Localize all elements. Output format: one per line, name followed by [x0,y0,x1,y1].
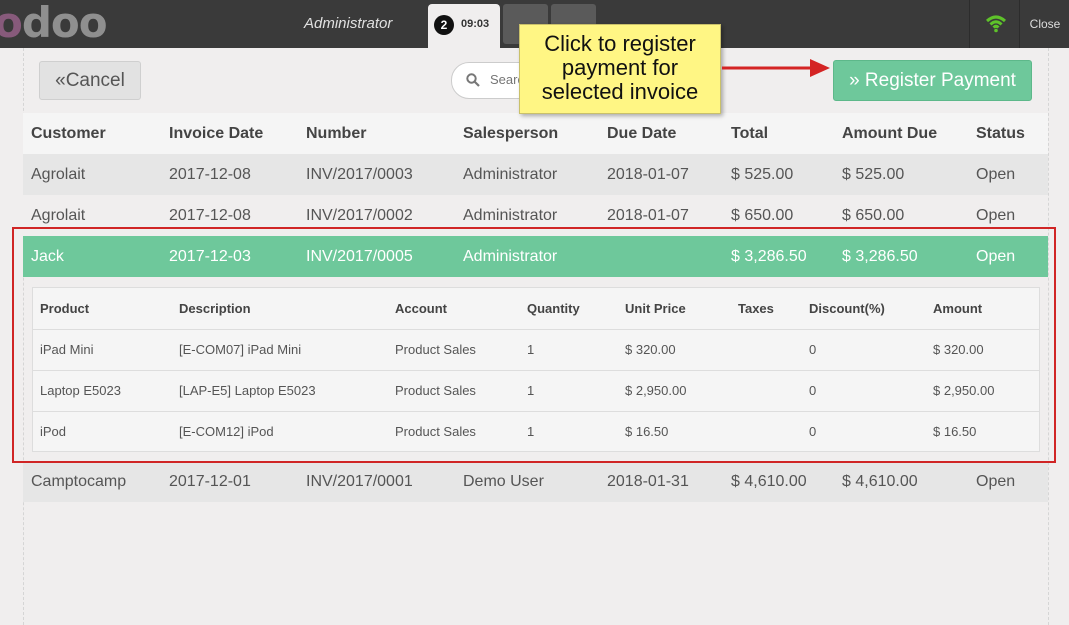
column-header: Salesperson [463,125,559,142]
callout-line: selected invoice [541,79,699,104]
cell-number: INV/2017/0003 [306,166,413,183]
callout-line: Click to register [544,31,696,56]
cell-due-date: 2018-01-31 [607,473,689,490]
cell-status: Open [976,166,1016,183]
cell-number: INV/2017/0001 [306,473,413,490]
order-number-badge: 2 [434,15,454,35]
table-header: Customer Invoice Date Number Salesperson… [23,113,1048,155]
cancel-label: Cancel [65,70,125,91]
close-button[interactable]: Close [1019,0,1069,48]
column-header: Status [976,125,1025,142]
cell-salesperson: Administrator [463,207,558,224]
table-row[interactable]: Camptocamp 2017-12-01 INV/2017/0001 Demo… [23,461,1048,502]
cell-due-date: 2018-01-07 [607,166,689,183]
column-header: Total [731,125,769,142]
cell-invoice-date: 2017-12-08 [169,207,251,224]
cell-amount-due: $ 650.00 [842,207,905,224]
user-name[interactable]: Administrator [304,15,392,32]
cell-customer: Agrolait [31,207,86,224]
cell-status: Open [976,473,1016,490]
column-header: Amount Due [842,125,938,142]
column-header: Customer [31,125,106,142]
odoo-logo: odoo [0,0,108,47]
tutorial-callout: Click to register payment for selected i… [519,24,721,114]
column-header: Number [306,125,367,142]
table-row[interactable]: Agrolait 2017-12-08 INV/2017/0003 Admini… [23,154,1048,195]
selected-invoice-highlight [12,227,1056,463]
order-tab[interactable]: 2 09:03 [428,4,500,48]
order-time: 09:03 [461,18,490,30]
cell-total: $ 4,610.00 [731,473,807,490]
cell-amount-due: $ 4,610.00 [842,473,918,490]
connection-status[interactable] [969,0,1020,48]
search-icon [466,73,480,87]
cell-salesperson: Demo User [463,473,544,490]
callout-line: payment for [561,55,679,80]
cell-total: $ 525.00 [731,166,794,183]
cell-invoice-date: 2017-12-01 [169,473,251,490]
register-payment-button[interactable]: » Register Payment [833,60,1032,101]
cell-salesperson: Administrator [463,166,558,183]
column-header: Due Date [607,125,677,142]
angle-double-right-icon: » [849,70,865,91]
cell-invoice-date: 2017-12-08 [169,166,251,183]
cancel-button[interactable]: «Cancel [39,61,141,100]
column-header: Invoice Date [169,125,264,142]
register-payment-label: Register Payment [864,70,1016,91]
cell-status: Open [976,207,1016,224]
wifi-icon [986,15,1006,33]
angle-double-left-icon: « [55,70,66,91]
cell-customer: Camptocamp [31,473,127,490]
cell-total: $ 650.00 [731,207,794,224]
cell-amount-due: $ 525.00 [842,166,905,183]
cell-customer: Agrolait [31,166,86,183]
cell-number: INV/2017/0002 [306,207,413,224]
callout-arrow [722,59,830,77]
cell-due-date: 2018-01-07 [607,207,689,224]
